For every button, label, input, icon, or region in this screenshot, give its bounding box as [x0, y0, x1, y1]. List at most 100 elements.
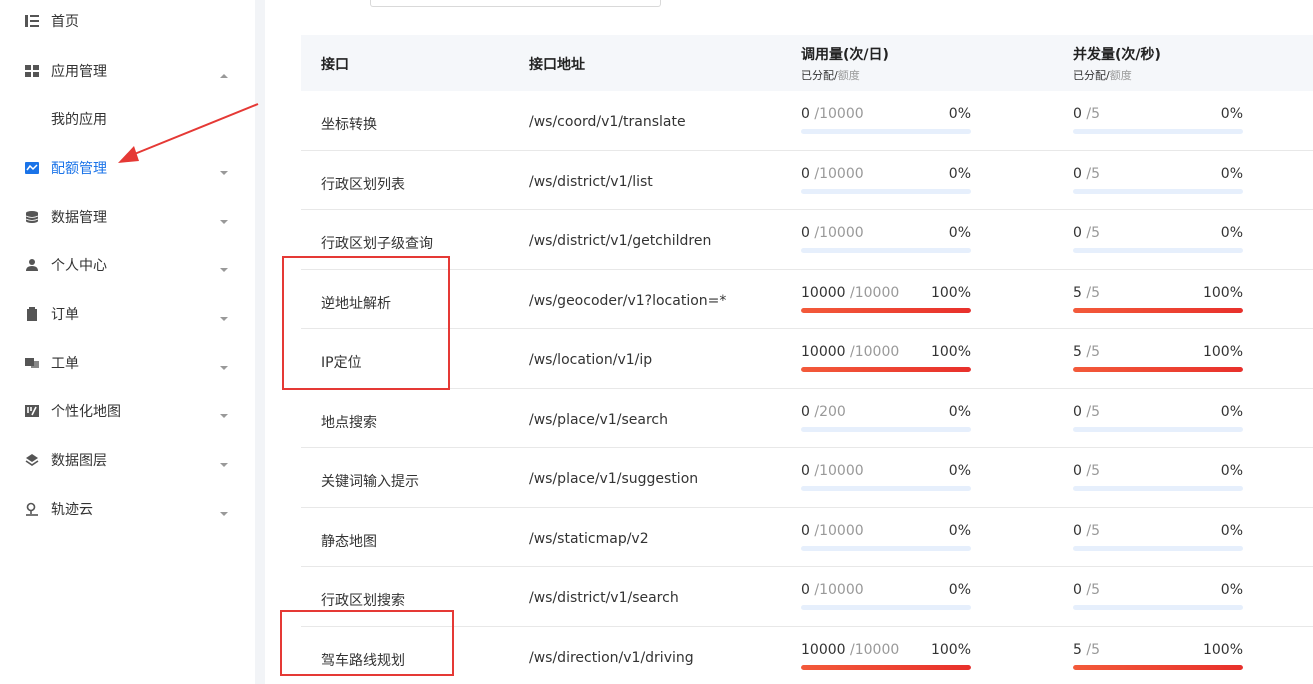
api-url: /ws/location/v1/ip [529, 352, 653, 368]
sidebar-item-orders[interactable]: 订单 [0, 289, 255, 338]
sidebar-item-personal-center[interactable]: 个人中心 [0, 240, 255, 289]
grid-icon [25, 64, 39, 78]
table-row: 关键词输入提示/ws/place/v1/suggestion 0 /10000 0%… [301, 448, 1313, 508]
chevron-up-icon [219, 66, 229, 78]
usage-percent: 0% [1220, 403, 1243, 420]
chevron-down-icon [219, 504, 229, 516]
concurrency-usage: 0 /5 0% [1073, 523, 1243, 553]
calls-usage: 0 /10000 0% [801, 523, 971, 553]
usage-value: 0 /10000 [801, 106, 864, 122]
usage-progress-bar [801, 426, 971, 432]
usage-value: 5 /5 [1073, 344, 1100, 360]
clipboard-icon [25, 306, 39, 321]
chevron-down-icon [219, 358, 229, 370]
usage-progress-fill [1073, 664, 1243, 670]
usage-progress-bar [1073, 664, 1243, 670]
api-name: 行政区划搜索 [321, 593, 405, 609]
usage-value: 0 /5 [1073, 225, 1100, 241]
chevron-down-icon [219, 212, 229, 224]
sidebar-item-label: 数据管理 [51, 209, 107, 226]
usage-progress-bar [801, 605, 971, 610]
usage-progress-bar [1073, 188, 1243, 194]
search-input[interactable] [370, 0, 661, 7]
usage-value: 0 /5 [1073, 582, 1100, 598]
sidebar-item-label: 首页 [51, 13, 79, 30]
usage-progress-bar [801, 248, 971, 253]
sidebar-item-label: 工单 [51, 355, 79, 372]
sidebar-item-data-management[interactable]: 数据管理 [0, 192, 255, 241]
usage-progress-bar [801, 664, 971, 670]
sidebar-item-data-layers[interactable]: 数据图层 [0, 435, 255, 484]
calls-usage: 0 /200 0% [801, 404, 971, 434]
custom-map-icon [25, 404, 39, 418]
usage-percent: 0% [948, 403, 971, 420]
usage-percent: 0% [1220, 225, 1243, 241]
usage-progress-bar [801, 188, 971, 194]
chevron-down-icon [219, 309, 229, 321]
usage-value: 0 /5 [1073, 165, 1100, 182]
sidebar-item-label: 数据图层 [51, 452, 107, 469]
sidebar-item-quota-management[interactable]: 配额管理 [0, 143, 255, 192]
usage-percent: 0% [948, 522, 971, 539]
sidebar-item-label: 个性化地图 [51, 403, 121, 420]
usage-progress-bar [801, 129, 971, 134]
table-row: IP定位/ws/location/v1/ip 10000 /10000 100% 5 … [301, 329, 1313, 389]
table-row: 行政区划子级查询/ws/district/v1/getchildren 0 /10… [301, 210, 1313, 270]
usage-value: 5 /5 [1073, 641, 1100, 658]
usage-value: 0 /200 [801, 403, 846, 420]
sidebar-item-label: 配额管理 [51, 160, 107, 177]
usage-value: 0 /5 [1073, 403, 1100, 420]
sidebar-item-track-cloud[interactable]: 轨迹云 [0, 484, 255, 533]
sidebar-item-tickets[interactable]: 工单 [0, 338, 255, 387]
usage-percent: 100% [930, 641, 971, 658]
annotation-box [282, 256, 450, 390]
usage-progress-bar [1073, 248, 1243, 253]
user-icon [25, 258, 39, 272]
chart-line-icon [25, 161, 39, 175]
sidebar-item-custom-map[interactable]: 个性化地图 [0, 386, 255, 435]
usage-percent: 0% [1220, 106, 1243, 122]
chevron-down-icon [219, 406, 229, 418]
header-calls: 调用量(次/日) [801, 47, 889, 63]
ticket-icon [25, 356, 39, 370]
usage-value: 10000 /10000 [801, 284, 900, 301]
sidebar-item-home[interactable]: 首页 [0, 0, 255, 45]
sidebar-item-my-apps[interactable]: 我的应用 [0, 94, 255, 143]
usage-value: 0 /5 [1073, 463, 1100, 479]
calls-usage: 10000 /10000 100% [801, 285, 971, 315]
usage-percent: 100% [1202, 641, 1243, 658]
chevron-down-icon [219, 260, 229, 272]
sidebar-item-label: 应用管理 [51, 63, 107, 80]
sidebar-item-label: 个人中心 [51, 257, 107, 274]
usage-progress-bar [1073, 486, 1243, 491]
usage-progress-fill [1073, 367, 1243, 372]
calls-usage: 0 /10000 0% [801, 582, 971, 612]
usage-value: 0 /10000 [801, 582, 864, 598]
sidebar-item-label: 我的应用 [51, 111, 107, 128]
table-row: 静态地图/ws/staticmap/v2 0 /10000 0% 0 /5 0% [301, 508, 1313, 567]
usage-progress-bar [1073, 307, 1243, 313]
usage-percent: 100% [1202, 344, 1243, 360]
api-name: 坐标转换 [321, 117, 377, 133]
table-row: 逆地址解析/ws/geocoder/v1?location=* 10000 /10… [301, 270, 1313, 329]
api-url: /ws/place/v1/search [529, 411, 668, 428]
api-name: 行政区划列表 [321, 176, 405, 193]
api-url: /ws/place/v1/suggestion [529, 471, 699, 487]
concurrency-usage: 5 /5 100% [1073, 285, 1243, 315]
sidebar-item-label: 轨迹云 [51, 501, 93, 518]
usage-percent: 100% [930, 284, 971, 301]
calls-usage: 0 /10000 0% [801, 225, 971, 255]
concurrency-usage: 5 /5 100% [1073, 642, 1243, 672]
usage-progress-fill [801, 367, 971, 372]
usage-value: 0 /10000 [801, 522, 864, 539]
usage-percent: 0% [948, 463, 971, 479]
usage-percent: 0% [1220, 582, 1243, 598]
api-name: 关键词输入提示 [321, 474, 419, 490]
table-row: 行政区划列表/ws/district/v1/list 0 /10000 0% 0 /5… [301, 151, 1313, 210]
sidebar-item-app-management[interactable]: 应用管理 [0, 46, 255, 95]
usage-percent: 0% [948, 165, 971, 182]
usage-progress-bar [801, 307, 971, 313]
content-divider [255, 0, 265, 684]
api-url: /ws/coord/v1/translate [529, 114, 686, 130]
concurrency-usage: 0 /5 0% [1073, 582, 1243, 612]
